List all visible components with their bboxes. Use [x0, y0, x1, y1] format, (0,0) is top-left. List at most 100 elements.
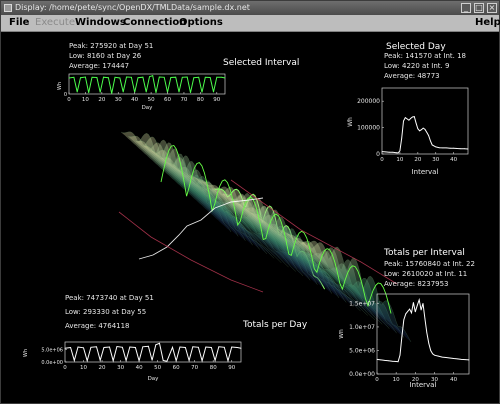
data-point [385, 151, 386, 153]
y-tick-label: 0.0e+00 [349, 371, 375, 378]
title-bar[interactable]: Display: /home/pete/sync/OpenDX/TMLData/… [1, 1, 499, 15]
data-point [99, 91, 101, 93]
data-point [155, 344, 157, 346]
data-point [163, 76, 165, 78]
menu-windows[interactable]: Windows [75, 15, 126, 31]
minimize-icon[interactable]: _ [461, 3, 471, 13]
x-tick-label: 40 [450, 157, 457, 163]
y-axis-label: Wh [57, 82, 63, 90]
surface-strip [128, 136, 239, 237]
data-point [205, 346, 207, 348]
x-tick-label: 20 [98, 97, 105, 103]
data-point [96, 77, 98, 78]
x-tick-label: 60 [173, 365, 180, 371]
x-axis-label: Day [142, 105, 154, 111]
series-line [381, 116, 469, 154]
data-point [80, 77, 81, 79]
window-menu-icon[interactable] [4, 4, 12, 12]
menu-file[interactable]: File [9, 15, 29, 31]
data-point [125, 360, 127, 361]
menu-help[interactable]: Help [475, 15, 500, 31]
maximize-icon[interactable]: □ [474, 3, 484, 13]
data-point [218, 346, 220, 348]
data-point [122, 91, 124, 93]
selected-interval-peak: Peak: 275920 at Day 51 [69, 42, 154, 50]
data-point [381, 151, 383, 152]
visualization-canvas[interactable]: Peak: 275920 at Day 51 Low: 8160 at Day … [1, 32, 499, 403]
x-tick-label: 60 [164, 97, 171, 103]
data-point [119, 77, 121, 79]
totals-per-day-low: Low: 293330 at Day 55 [65, 308, 147, 316]
data-point [403, 120, 404, 122]
data-point [70, 347, 71, 348]
data-point [401, 336, 403, 337]
data-point [214, 360, 216, 361]
data-point [159, 342, 160, 344]
data-point [391, 360, 393, 362]
data-point [137, 77, 139, 79]
data-point [407, 311, 409, 312]
data-point [221, 76, 223, 78]
x-tick-label: 10 [393, 377, 400, 383]
data-point [131, 76, 132, 78]
totals-per-interval-chart: 0 10 20 30 401.5e+071.0e+075.0e+060.0e+00WhI… [339, 293, 470, 388]
data-point [453, 358, 455, 359]
x-tick-label: 80 [197, 97, 204, 103]
totals-per-interval-average: Average: 8237953 [384, 280, 449, 288]
x-tick-label: 70 [191, 365, 198, 371]
data-point [90, 346, 92, 348]
x-tick-label: 0 [375, 377, 379, 383]
x-tick-label: 0 [380, 157, 384, 163]
data-point [419, 130, 420, 132]
data-point [193, 77, 195, 79]
data-point [421, 129, 422, 131]
data-point [201, 91, 203, 93]
data-point [464, 148, 465, 150]
x-tick-label: 0 [67, 97, 71, 103]
x-tick-label: 90 [228, 365, 235, 371]
data-point [204, 76, 206, 78]
data-point [148, 345, 149, 347]
selected-interval-low: Low: 8160 at Day 26 [69, 52, 142, 60]
data-point [73, 360, 75, 361]
data-point [114, 76, 116, 78]
data-point [397, 152, 399, 154]
y-tick-label: 0.0e+00 [41, 360, 63, 366]
data-point [83, 347, 84, 349]
menu-options[interactable]: Options [179, 15, 223, 31]
data-point [76, 91, 78, 93]
close-icon[interactable]: × [487, 3, 497, 13]
menu-connection[interactable]: Connection [123, 15, 186, 31]
data-point [162, 360, 164, 361]
data-point [175, 76, 177, 78]
data-point [422, 303, 424, 304]
data-point [388, 360, 389, 362]
data-point [91, 76, 93, 78]
data-point [186, 76, 188, 78]
x-tick-label: 30 [115, 97, 122, 103]
totals-per-interval-low: Low: 2610020 at Int. 11 [384, 270, 468, 278]
data-point [231, 346, 233, 348]
menu-execute[interactable]: Execute [35, 15, 75, 31]
data-point [438, 147, 440, 149]
data-point [88, 92, 90, 94]
y-tick-label: 1.0e+07 [349, 324, 375, 331]
totals-per-day-peak: Peak: 7473740 at Day 51 [65, 294, 154, 302]
data-point [424, 318, 426, 319]
data-point [395, 361, 397, 362]
x-tick-label: 50 [148, 97, 155, 103]
data-point [468, 359, 470, 361]
data-point [181, 76, 183, 78]
data-point [77, 346, 79, 348]
data-point [384, 360, 386, 361]
data-point [399, 354, 401, 356]
x-axis-label: Interval [412, 168, 439, 176]
data-point [417, 128, 419, 130]
data-point [410, 118, 412, 119]
data-point [190, 92, 191, 94]
x-tick-label: 40 [136, 365, 143, 371]
surface-strip [121, 131, 231, 232]
plot-frame [381, 87, 469, 155]
data-point [416, 304, 418, 306]
data-point [166, 360, 168, 362]
